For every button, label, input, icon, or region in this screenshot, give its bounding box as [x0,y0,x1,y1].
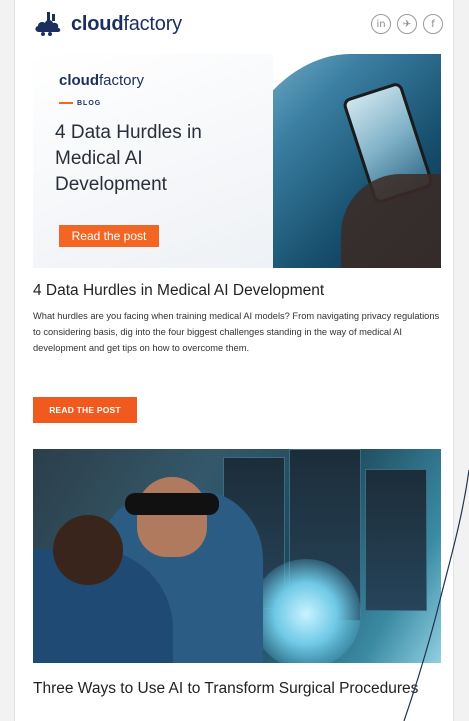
banner-tag: BLOG [59,100,101,107]
vr-headset-icon [125,493,219,515]
article2-image[interactable] [33,449,441,663]
logo-wordmark: cloudfactory [71,12,182,35]
banner-title: 4 Data Hurdles in Medical AI Development [55,122,202,195]
monitor-panel [365,469,427,611]
cloudfactory-logo[interactable]: cloudfactory [33,10,182,38]
banner-read-button[interactable]: Read the post [59,225,159,247]
cloudfactory-logo-icon [35,12,61,36]
surgeon-head [137,477,207,557]
article1-body: What hurdles are you facing when trainin… [33,311,440,353]
email-frame: cloudfactory in ✈ f cloudfactory BLOG 4 … [14,0,454,721]
read-the-post-button[interactable]: READ THE POST [33,397,137,423]
facebook-icon[interactable]: f [423,14,443,34]
hologram-illustration [251,559,361,663]
banner-brand: cloudfactory [59,72,145,89]
article1-title[interactable]: 4 Data Hurdles in Medical AI Development [33,282,443,300]
assistant-head [53,515,123,585]
social-links: in ✈ f [371,14,443,34]
article1-banner-image[interactable]: cloudfactory BLOG 4 Data Hurdles in Medi… [33,54,441,268]
email-header: cloudfactory in ✈ f [33,10,443,42]
article2-title[interactable]: Three Ways to Use AI to Transform Surgic… [33,678,443,700]
twitter-icon[interactable]: ✈ [397,14,417,34]
linkedin-icon[interactable]: in [371,14,391,34]
